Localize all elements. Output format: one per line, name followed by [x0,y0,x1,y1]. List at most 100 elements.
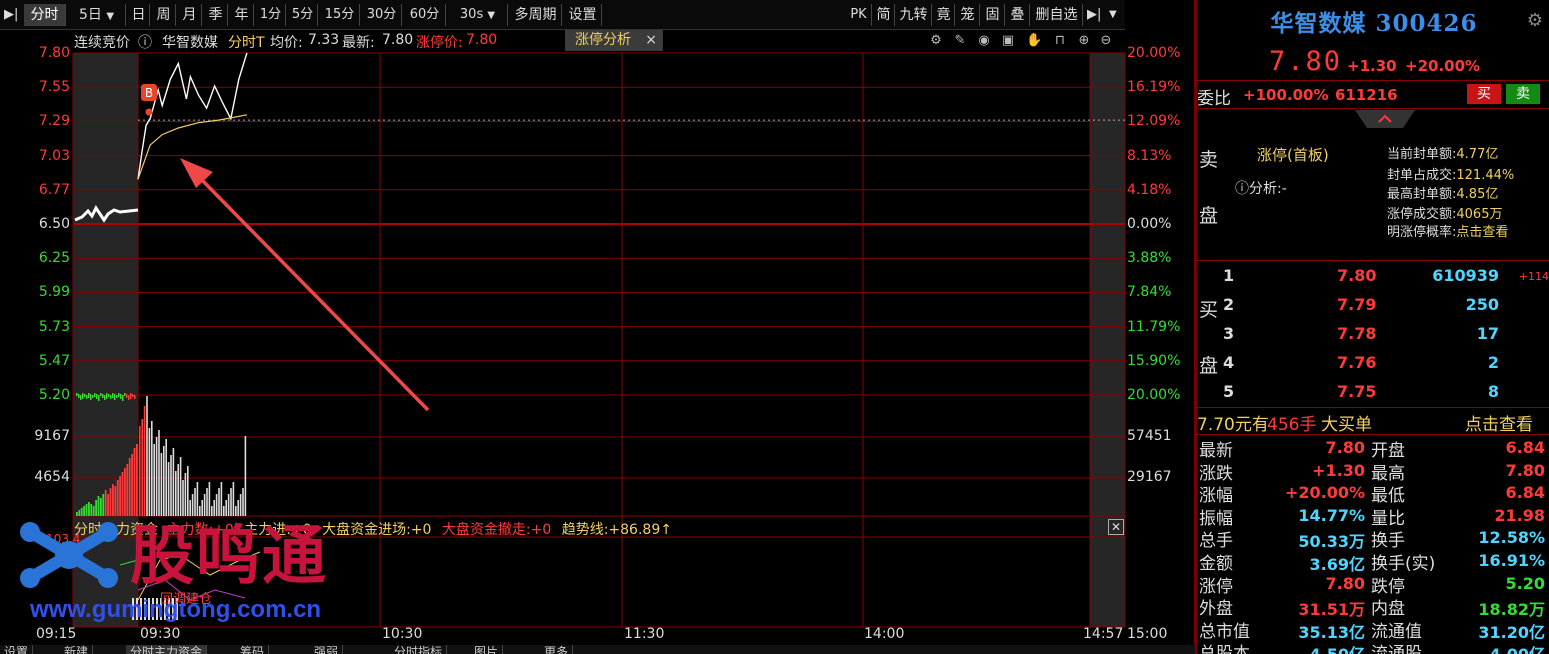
volume-bar [151,421,153,516]
limit-row: 封单占成交:121.44% [1387,168,1515,183]
info-icon[interactable]: ⓘ [138,32,152,52]
dropdown-arrow-icon: ▼ [487,10,496,21]
order-level: 1 [1223,266,1235,285]
watermark-text: 股鸣通 [130,519,328,594]
tab-5min[interactable]: 5分 [288,4,318,26]
volume-bar [201,500,203,516]
limit-price-value: 7.80 [466,32,498,48]
tab-intraday[interactable]: 分时 [24,4,66,26]
y-axis-tick-label: 6.25 [38,250,70,267]
cage-button[interactable]: 笼 [956,4,980,26]
tab-day[interactable]: 日 [128,4,150,26]
bottom-tab-new[interactable]: 新建 [60,645,94,654]
order-book-row[interactable]: 2 7.79 250 [1197,291,1549,319]
buy-button[interactable]: 买 [1467,84,1501,104]
volume-bar [153,444,155,516]
bottom-tab-chips[interactable]: 筹码 [236,645,270,654]
quote-value: +1.30 [1312,460,1365,480]
tab-15min[interactable]: 15分 [320,4,360,26]
tab-year[interactable]: 年 [230,4,254,26]
volume-bar [189,500,191,516]
sell-button[interactable]: 卖 [1506,84,1540,104]
tab-week[interactable]: 周 [152,4,176,26]
x-axis-tick-label: 09:30 [140,626,181,642]
bottom-tab-settings[interactable]: 设置 [0,645,34,654]
auction-volume-bar [84,394,86,397]
hand-icon[interactable]: ✋ [1026,33,1042,49]
watermark-url: www.gumingtong.com.cn [30,596,322,623]
gear-icon[interactable]: ⚙ [1527,10,1543,31]
volume-bar [148,428,151,516]
order-level: 3 [1223,324,1235,343]
tab-settings[interactable]: 设置 [564,4,602,26]
y-axis-pct-label: 0.00% [1127,216,1172,232]
indicator-item-market-out: 大盘资金撤走:+0 [441,522,552,538]
volume-bar [215,494,218,516]
tab-multi-period[interactable]: 多周期 [510,4,562,26]
volume-bar [235,506,237,516]
x-axis-tick-label: 14:57 [1083,626,1124,642]
tab-season[interactable]: 季 [204,4,228,26]
order-book-row[interactable]: 4 7.76 2 [1197,349,1549,377]
eye-icon[interactable]: ◉ [976,33,992,49]
close-icon[interactable]: × [645,30,657,51]
order-ratio-volume: 611216 [1335,86,1398,104]
zoom-in-icon[interactable]: ⊕ [1076,33,1092,49]
chart-mode[interactable]: 分时T [228,32,265,52]
collapse-chevron-icon[interactable] [1355,110,1415,128]
jiuzhuan-button[interactable]: 九转 [896,4,932,26]
briefcase-icon[interactable]: ▣ [1000,33,1016,49]
bottom-tab-main-fund[interactable]: 分时主力资金 [126,645,208,654]
bottom-tab-strength[interactable]: 强弱 [310,645,344,654]
volume-bar [114,486,117,516]
order-level: 2 [1223,295,1235,314]
order-price: 7.75 [1337,382,1377,401]
y-axis-pct-label: 12.09% [1127,113,1181,130]
bottom-tab-picture[interactable]: 图片 [470,645,504,654]
volume-tick-label: 57451 [1127,428,1172,444]
indicator-close-icon[interactable]: ✕ [1108,519,1124,535]
y-axis-tick-label: 7.03 [38,147,70,164]
lock-icon[interactable]: ⊓ [1052,33,1068,49]
limit-analysis-text[interactable]: ⓘ分析:- [1235,178,1287,198]
bottom-tab-intraday-indicator[interactable]: 分时指标 [390,645,448,654]
tab-30s[interactable]: 30s ▼ [448,4,508,26]
panel-expand-icon[interactable]: ▶| [1087,4,1101,26]
quote-value: 14.77% [1298,505,1365,525]
volume-bar [143,406,146,516]
limit-probability-link[interactable]: 明涨停概率:点击查看 [1387,221,1508,240]
sidebar-toggle-icon[interactable]: ▶| [4,4,18,26]
order-book-row[interactable]: 1 7.80 610939 +114 [1197,262,1549,290]
volume-bar [163,446,165,516]
order-book-row[interactable]: 3 7.78 17 [1197,320,1549,348]
tab-60min[interactable]: 60分 [404,4,446,26]
y-axis-tick-label: 6.50 [38,216,70,232]
fix-button[interactable]: 固 [981,4,1005,26]
avg-price-value: 7.33 [308,32,340,48]
limit-analysis-tab[interactable]: 涨停分析 × [565,30,663,51]
more-dropdown-icon[interactable]: ▼ [1109,4,1117,26]
pen-icon[interactable]: ✎ [952,33,968,49]
volume-bar [177,464,179,516]
y-axis-tick-label: 7.80 [38,45,70,61]
order-book-row[interactable]: 5 7.75 8 [1197,378,1549,406]
big-order-link[interactable]: 点击查看 [1465,410,1533,435]
pk-button[interactable]: PK [846,4,872,26]
simple-button[interactable]: 简 [873,4,895,26]
volume-bar [187,466,189,516]
tab-5day[interactable]: 5日 ▼ [68,4,126,26]
quote-key: 外盘 [1199,599,1233,620]
bottom-tab-more[interactable]: 更多 [540,645,574,654]
remove-favorite-button[interactable]: 删自选 [1031,4,1083,26]
gear-icon[interactable]: ⚙ [928,33,944,49]
tab-30min[interactable]: 30分 [362,4,402,26]
price-change-pct: +20.00% [1405,57,1481,75]
tab-1min[interactable]: 1分 [256,4,286,26]
auction-button[interactable]: 竟 [933,4,955,26]
overlay-button[interactable]: 叠 [1006,4,1030,26]
zoom-out-icon[interactable]: ⊖ [1098,33,1114,49]
quote-value: +20.00% [1284,483,1365,503]
quote-key: 涨跌 [1199,463,1233,484]
volume-bar [109,488,112,516]
tab-month[interactable]: 月 [178,4,202,26]
